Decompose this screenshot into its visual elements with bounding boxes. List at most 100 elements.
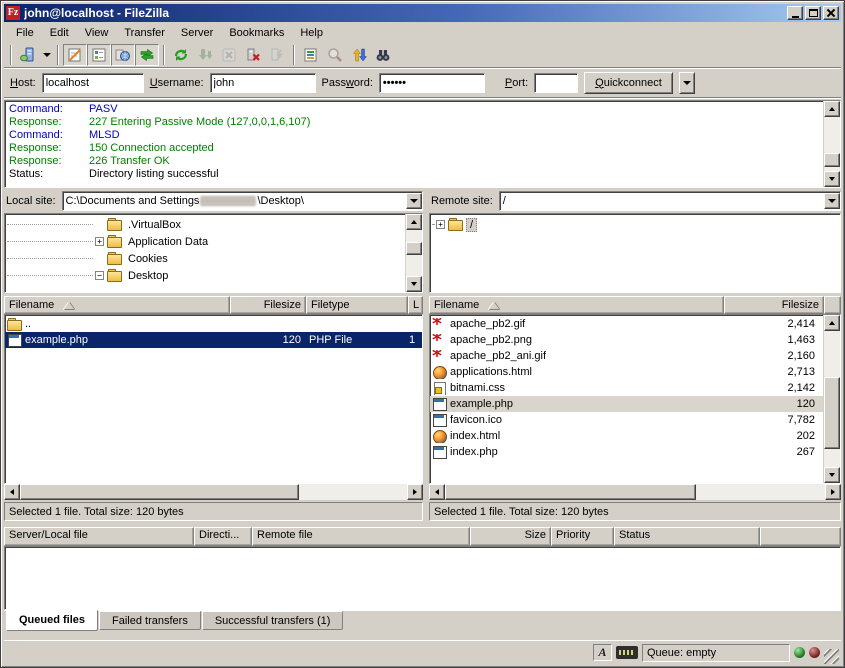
speed-limit-icon[interactable] [616,646,638,659]
scroll-down-button[interactable] [824,467,840,483]
tree-item-cookies[interactable]: Cookies [7,250,402,267]
scroll-thumb[interactable] [824,377,840,449]
port-input[interactable] [534,73,578,93]
site-manager-button[interactable] [16,44,40,66]
tab-queued-files[interactable]: Queued files [6,610,98,631]
maximize-icon [809,9,818,17]
file-row-bitnami-css[interactable]: bitnami.css2,142 [430,380,823,396]
local-site-combobox[interactable]: C:\Documents and Settings\Desktop\ [62,191,423,211]
scroll-down-button[interactable] [824,171,840,187]
file-row-favicon-ico[interactable]: favicon.ico7,782 [430,412,823,428]
queue-column-directi[interactable]: Directi... [194,527,252,546]
file-row-item[interactable]: .. [5,316,422,332]
file-row-example-php[interactable]: example.php120 [430,396,823,412]
combo-dropdown-button[interactable] [824,193,840,209]
menu-file[interactable]: File [8,25,42,41]
message-log-scrollbar[interactable] [823,101,840,187]
password-input[interactable] [379,73,485,93]
process-queue-button[interactable] [193,44,217,66]
remote-site-combobox[interactable]: / [499,191,841,211]
ico-icon [432,414,447,427]
toggle-remote-tree-button[interactable] [111,44,135,66]
column-header-lastmodified[interactable]: L [408,296,423,314]
file-row-applications-html[interactable]: applications.html2,713 [430,364,823,380]
resize-grip[interactable] [824,649,839,664]
local-horizontal-scrollbar[interactable] [4,484,423,500]
scroll-up-button[interactable] [824,315,840,331]
column-header-filename[interactable]: Filename [429,296,724,314]
column-header-filename[interactable]: Filename [4,296,230,314]
scroll-thumb[interactable] [445,484,696,500]
remote-horizontal-scrollbar[interactable] [429,484,841,500]
refresh-button[interactable] [169,44,193,66]
scroll-left-button[interactable] [4,484,20,500]
menu-edit[interactable]: Edit [42,25,77,41]
tree-item-item[interactable]: +/ [432,216,820,233]
directory-listing-filters-button[interactable] [299,44,323,66]
scroll-thumb[interactable] [20,484,299,500]
quickconnect-button[interactable]: Quickconnect [584,72,673,94]
host-input[interactable] [42,73,144,93]
disconnect-button[interactable] [241,44,265,66]
find-files-button[interactable] [371,44,395,66]
file-row-apache-pb2-ani-gif[interactable]: apache_pb2_ani.gif2,160 [430,348,823,364]
expander-placeholder [95,254,104,263]
file-size: 267 [727,446,823,458]
maximize-button[interactable] [805,6,821,20]
column-header-filetype[interactable]: Filetype [306,296,408,314]
scroll-left-button[interactable] [429,484,445,500]
scroll-thumb[interactable] [824,153,840,167]
menu-view[interactable]: View [77,25,117,41]
toggle-message-log-button[interactable] [63,44,87,66]
username-input[interactable] [210,73,316,93]
compare-directories-button[interactable] [323,44,347,66]
menu-help[interactable]: Help [292,25,331,41]
minimize-button[interactable] [787,6,803,20]
queue-column-size[interactable]: Size [470,527,551,546]
file-row-index-html[interactable]: index.html202 [430,428,823,444]
queue-column-priority[interactable]: Priority [551,527,614,546]
tree-item-virtualbox[interactable]: .VirtualBox [7,216,402,233]
column-header-filesize[interactable]: Filesize [230,296,306,314]
remote-directory-tree: +/ [429,213,841,293]
expand-icon[interactable]: + [95,237,104,246]
file-row-index-php[interactable]: index.php267 [430,444,823,460]
scroll-up-button[interactable] [824,101,840,117]
tab-failed-transfers[interactable]: Failed transfers [99,611,201,630]
expand-icon[interactable]: + [436,220,445,229]
file-row-apache-pb2-gif[interactable]: apache_pb2.gif2,414 [430,316,823,332]
quickconnect-dropdown[interactable] [679,72,695,94]
combo-dropdown-button[interactable] [406,193,422,209]
collapse-icon[interactable]: − [95,271,104,280]
toggle-transfer-queue-button[interactable] [135,44,159,66]
column-header-filesize[interactable]: Filesize [724,296,824,314]
local-tree-scrollbar[interactable] [405,214,422,292]
cancel-operation-button[interactable] [217,44,241,66]
scroll-right-button[interactable] [825,484,841,500]
remote-list-scrollbar[interactable] [823,315,840,483]
transfer-type-indicator[interactable]: A [593,644,612,661]
queue-column-server-local-file[interactable]: Server/Local file [4,527,194,546]
queue-column-status[interactable]: Status [614,527,760,546]
queue-list[interactable] [4,546,841,610]
scroll-thumb[interactable] [406,242,422,255]
menu-bookmarks[interactable]: Bookmarks [221,25,292,41]
scroll-down-button[interactable] [406,276,422,292]
menu-server[interactable]: Server [173,25,221,41]
site-manager-dropdown[interactable] [40,44,53,66]
scroll-right-button[interactable] [407,484,423,500]
menu-transfer[interactable]: Transfer [116,25,173,41]
file-row-apache-pb2-png[interactable]: apache_pb2.png1,463 [430,332,823,348]
reconnect-button[interactable] [265,44,289,66]
file-row-example-php[interactable]: example.php120PHP File1 [5,332,422,348]
queue-column-remote-file[interactable]: Remote file [252,527,470,546]
tree-item-desktop[interactable]: −Desktop [7,267,402,284]
toggle-local-tree-button[interactable] [87,44,111,66]
tree-item-application-data[interactable]: +Application Data [7,233,402,250]
synchronized-browsing-button[interactable] [347,44,371,66]
scroll-up-button[interactable] [406,214,422,230]
tab-successful-transfers-1[interactable]: Successful transfers (1) [202,611,344,630]
queue-column-blank[interactable] [760,527,841,546]
close-button[interactable] [823,6,839,20]
tree-branch-line [432,224,434,225]
